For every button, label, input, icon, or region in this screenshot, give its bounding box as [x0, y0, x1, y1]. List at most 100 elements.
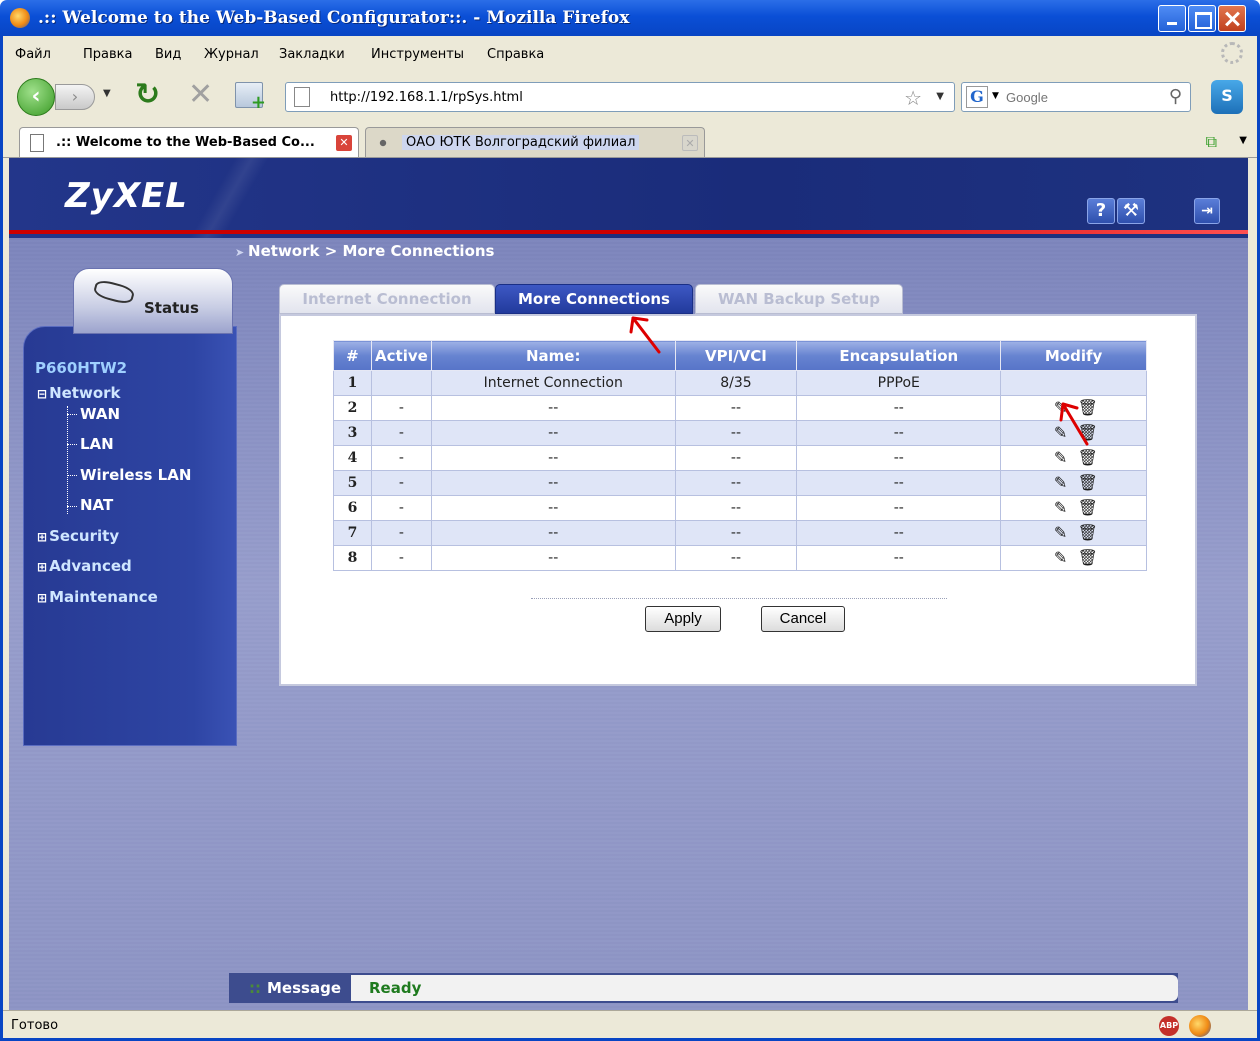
- google-icon[interactable]: G: [966, 86, 988, 108]
- menu-tools[interactable]: Инструменты: [371, 47, 464, 62]
- firefox-icon: [10, 8, 30, 28]
- delete-icon[interactable]: 🗑: [1078, 499, 1098, 517]
- vpivci-cell: --: [674, 545, 798, 571]
- table-row: 1 Internet Connection 8/35 PPPoE: [333, 370, 1147, 396]
- sidebar-item-network[interactable]: Network: [37, 384, 120, 402]
- adblock-icon[interactable]: ABP: [1159, 1016, 1179, 1036]
- sidebar-item-lan[interactable]: LAN: [80, 435, 114, 453]
- url-text[interactable]: http://192.168.1.1/rpSys.html: [330, 90, 523, 105]
- firefox-status-icon[interactable]: [1189, 1015, 1211, 1037]
- back-button[interactable]: ‹: [17, 78, 55, 116]
- status-label: Status: [144, 299, 199, 317]
- row-number: 6: [333, 495, 372, 521]
- tab-wan-backup-setup[interactable]: WAN Backup Setup: [695, 284, 903, 314]
- table-row: 5- -- -- -- ✎ 🗑: [333, 470, 1147, 496]
- row-number: 3: [333, 420, 372, 446]
- edit-icon[interactable]: ✎: [1052, 399, 1070, 417]
- delete-icon[interactable]: 🗑: [1078, 549, 1098, 567]
- device-model: P660HTW2: [35, 359, 128, 377]
- column-header: Modify: [1000, 340, 1147, 371]
- status-button[interactable]: Status: [73, 268, 233, 334]
- cancel-button[interactable]: Cancel: [761, 606, 845, 632]
- tab-more-connections[interactable]: More Connections: [495, 284, 693, 314]
- column-header: Encapsulation: [796, 340, 1002, 371]
- vpivci-cell: --: [674, 470, 798, 496]
- maximize-button[interactable]: [1188, 5, 1216, 32]
- modify-cell: ✎ 🗑: [1000, 470, 1147, 496]
- table-row: 8- -- -- -- ✎ 🗑: [333, 545, 1147, 571]
- sidebar-item-nat[interactable]: NAT: [80, 496, 113, 514]
- web-page: ZyXEL ? ⚒ ⇥ ➤ Network > More Connections…: [9, 158, 1248, 1010]
- browser-tab-utk[interactable]: ОАО ЮТК Волгоградский филиал ✕: [365, 127, 705, 157]
- sidebar-item-maintenance[interactable]: Maintenance: [37, 588, 158, 606]
- engine-dropdown-icon[interactable]: ▼: [992, 91, 999, 101]
- delete-icon[interactable]: 🗑: [1078, 399, 1098, 417]
- url-dropdown-icon[interactable]: ▼: [936, 91, 944, 102]
- reload-icon[interactable]: ↻: [135, 80, 160, 110]
- search-icon[interactable]: ⚲: [1169, 86, 1182, 107]
- new-tab-icon[interactable]: ⧉: [1206, 132, 1217, 152]
- edit-icon[interactable]: ✎: [1052, 424, 1070, 442]
- menu-bookmarks[interactable]: Закладки: [279, 47, 345, 62]
- history-dropdown-icon[interactable]: ▼: [103, 88, 111, 99]
- encapsulation-cell: --: [796, 495, 1002, 521]
- menu-history[interactable]: Журнал: [204, 47, 259, 62]
- table-body: 1 Internet Connection 8/35 PPPoE 2- -- -- -- ✎ 🗑 3…: [333, 370, 1147, 571]
- sidebar: Status P660HTW2 Network WAN LAN Wireless…: [23, 268, 237, 748]
- modify-cell: ✎ 🗑: [1000, 395, 1147, 421]
- delete-icon[interactable]: 🗑: [1078, 449, 1098, 467]
- minimize-button[interactable]: [1158, 5, 1186, 32]
- apply-button[interactable]: Apply: [645, 606, 721, 632]
- vpivci-cell: --: [674, 495, 798, 521]
- modify-cell: ✎ 🗑: [1000, 420, 1147, 446]
- encapsulation-cell: --: [796, 545, 1002, 571]
- menu-edit[interactable]: Правка: [83, 47, 132, 62]
- edit-icon[interactable]: ✎: [1052, 524, 1070, 542]
- vpivci-cell: --: [674, 395, 798, 421]
- new-tab-icon[interactable]: [235, 82, 266, 113]
- edit-icon[interactable]: ✎: [1052, 474, 1070, 492]
- name-cell: --: [430, 520, 676, 546]
- sidebar-item-security[interactable]: Security: [37, 527, 119, 545]
- browser-tab-configurator[interactable]: .:: Welcome to the Web-Based Co... ✕: [19, 127, 359, 157]
- menu-file[interactable]: Файл: [15, 47, 51, 62]
- edit-icon[interactable]: ✎: [1052, 549, 1070, 567]
- vpivci-cell: --: [674, 420, 798, 446]
- delete-icon[interactable]: 🗑: [1078, 524, 1098, 542]
- menu-help[interactable]: Справка: [487, 47, 544, 62]
- tab-internet-connection[interactable]: Internet Connection: [279, 284, 495, 314]
- divider: [531, 598, 947, 599]
- skype-icon[interactable]: S: [1211, 80, 1243, 114]
- forward-button[interactable]: ›: [55, 84, 95, 110]
- close-window-button[interactable]: [1218, 5, 1246, 32]
- help-button[interactable]: ?: [1087, 198, 1115, 224]
- breadcrumb: ➤ Network > More Connections: [235, 242, 494, 260]
- encapsulation-cell: PPPoE: [796, 370, 1002, 396]
- bookmark-star-icon[interactable]: ☆: [904, 86, 922, 110]
- logout-button[interactable]: ⇥: [1194, 198, 1220, 224]
- row-number: 5: [333, 470, 372, 496]
- sidebar-item-wireless-lan[interactable]: Wireless LAN: [80, 466, 191, 484]
- stop-icon[interactable]: ✕: [188, 80, 213, 110]
- address-bar[interactable]: http://192.168.1.1/rpSys.html ☆ ▼: [285, 82, 955, 112]
- edit-icon[interactable]: ✎: [1052, 499, 1070, 517]
- close-tab-icon[interactable]: ✕: [336, 135, 352, 151]
- modify-cell: ✎ 🗑: [1000, 545, 1147, 571]
- menu-view[interactable]: Вид: [155, 47, 181, 62]
- edit-icon[interactable]: ✎: [1052, 449, 1070, 467]
- close-tab-icon[interactable]: ✕: [682, 135, 698, 151]
- sidebar-item-advanced[interactable]: Advanced: [37, 557, 132, 575]
- delete-icon[interactable]: 🗑: [1078, 474, 1098, 492]
- delete-icon[interactable]: 🗑: [1078, 424, 1098, 442]
- tab-list-dropdown-icon[interactable]: ▼: [1239, 135, 1247, 146]
- name-cell: --: [430, 395, 676, 421]
- name-cell: --: [430, 445, 676, 471]
- sidebar-item-wan[interactable]: WAN: [80, 405, 120, 423]
- page-icon: [294, 87, 310, 107]
- search-input[interactable]: [1006, 87, 1146, 107]
- menu-bar: Файл Правка Вид Журнал Закладки Инструме…: [3, 36, 1257, 70]
- search-box[interactable]: G ▼ ⚲: [961, 82, 1191, 112]
- header-divider: [9, 230, 1248, 234]
- wizard-button[interactable]: ⚒: [1117, 198, 1145, 224]
- breadcrumb-arrow-icon: ➤: [235, 246, 249, 259]
